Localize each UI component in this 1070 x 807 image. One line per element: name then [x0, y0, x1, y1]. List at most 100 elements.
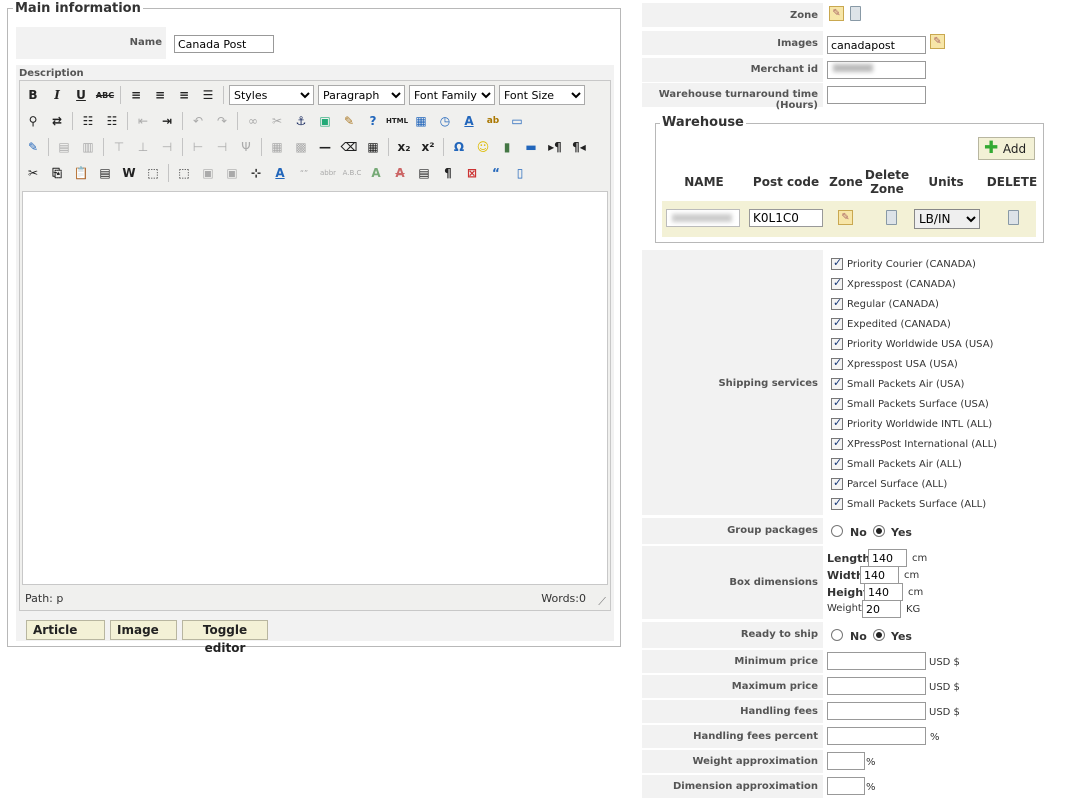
- ready-yes-radio[interactable]: [873, 629, 885, 641]
- table-icon[interactable]: ▦: [363, 137, 383, 157]
- indent-icon[interactable]: ⇥: [157, 111, 177, 131]
- turnaround-input[interactable]: [827, 86, 926, 104]
- shipping-service-checkbox[interactable]: [831, 316, 843, 330]
- undo-icon[interactable]: ↶: [188, 111, 208, 131]
- col-after-icon[interactable]: ⊣: [212, 137, 232, 157]
- superscript-icon[interactable]: x²: [418, 137, 438, 157]
- shipping-service-checkbox[interactable]: [831, 296, 843, 310]
- shipping-service-checkbox[interactable]: [831, 416, 843, 430]
- align-right-icon[interactable]: ≡: [174, 85, 194, 105]
- cell-props-icon[interactable]: ▥: [78, 137, 98, 157]
- bullet-list-icon[interactable]: ☷: [78, 111, 98, 131]
- dimension-approx-input[interactable]: [827, 777, 865, 795]
- cleanup-icon[interactable]: ✎: [339, 111, 359, 131]
- shipping-service-checkbox[interactable]: [831, 256, 843, 270]
- insert-text-icon[interactable]: A: [366, 163, 386, 183]
- group-yes-radio[interactable]: [873, 525, 885, 537]
- shipping-service-checkbox[interactable]: [831, 396, 843, 410]
- row-props-icon[interactable]: ▤: [54, 137, 74, 157]
- media-icon[interactable]: ▮: [497, 137, 517, 157]
- find-icon[interactable]: ⚲: [23, 111, 43, 131]
- cut-icon[interactable]: ✂: [23, 163, 43, 183]
- visual-chars-icon[interactable]: ¶: [438, 163, 458, 183]
- merge-cells-icon[interactable]: ▩: [291, 137, 311, 157]
- insert-date-icon[interactable]: ▦: [411, 111, 431, 131]
- delete-warehouse-icon[interactable]: [1008, 210, 1019, 225]
- weight-input[interactable]: [862, 600, 901, 618]
- height-input[interactable]: [864, 583, 903, 601]
- align-left-icon[interactable]: ≡: [126, 85, 146, 105]
- horizontal-rule-icon[interactable]: —: [315, 137, 335, 157]
- underline-icon[interactable]: U: [71, 85, 91, 105]
- template-icon[interactable]: ▯: [510, 163, 530, 183]
- remove-format-icon[interactable]: ⌫: [339, 137, 359, 157]
- background-color-icon[interactable]: ab: [483, 111, 503, 131]
- link-icon[interactable]: ∞: [243, 111, 263, 131]
- edit-zone-icon[interactable]: ✎: [829, 6, 844, 21]
- move-backward-icon[interactable]: ▣: [222, 163, 242, 183]
- article-button[interactable]: Article: [26, 620, 105, 640]
- paste-icon[interactable]: 📋: [71, 163, 91, 183]
- move-forward-icon[interactable]: ▣: [198, 163, 218, 183]
- paragraph-select[interactable]: Paragraph: [318, 85, 405, 105]
- style-props-icon[interactable]: A: [270, 163, 290, 183]
- absolute-icon[interactable]: ⊹: [246, 163, 266, 183]
- shipping-service-checkbox[interactable]: [831, 436, 843, 450]
- nonbreaking-icon[interactable]: ⊠: [462, 163, 482, 183]
- shipping-service-checkbox[interactable]: [831, 496, 843, 510]
- ltr-icon[interactable]: ▸¶: [545, 137, 565, 157]
- shipping-service-checkbox[interactable]: [831, 356, 843, 370]
- italic-icon[interactable]: I: [47, 85, 67, 105]
- numbered-list-icon[interactable]: ☷: [102, 111, 122, 131]
- shipping-service-checkbox[interactable]: [831, 456, 843, 470]
- replace-icon[interactable]: ⇄: [47, 111, 67, 131]
- anchor-icon[interactable]: ⚓: [291, 111, 311, 131]
- bold-icon[interactable]: B: [23, 85, 43, 105]
- paste-text-icon[interactable]: ▤: [95, 163, 115, 183]
- edit-images-icon[interactable]: ✎: [930, 34, 945, 49]
- images-input[interactable]: [827, 36, 926, 54]
- horizontal-line-icon[interactable]: ▬: [521, 137, 541, 157]
- blockquote-icon[interactable]: “: [486, 163, 506, 183]
- group-no-radio[interactable]: [831, 525, 843, 537]
- shipping-service-checkbox[interactable]: [831, 336, 843, 350]
- html-icon[interactable]: HTML: [386, 111, 408, 131]
- width-input[interactable]: [860, 566, 899, 584]
- split-cells-icon[interactable]: ▦: [267, 137, 287, 157]
- units-select[interactable]: LB/IN: [914, 209, 980, 229]
- styles-select[interactable]: Styles: [229, 85, 314, 105]
- subscript-icon[interactable]: x₂: [394, 137, 414, 157]
- redo-icon[interactable]: ↷: [212, 111, 232, 131]
- handling-fees-percent-input[interactable]: [827, 727, 926, 745]
- editor-content-area[interactable]: [22, 191, 608, 585]
- insert-time-icon[interactable]: ◷: [435, 111, 455, 131]
- shipping-service-checkbox[interactable]: [831, 276, 843, 290]
- special-char-icon[interactable]: Ω: [449, 137, 469, 157]
- outdent-icon[interactable]: ⇤: [133, 111, 153, 131]
- font-size-select[interactable]: Font Size: [499, 85, 585, 105]
- delete-warehouse-zone-icon[interactable]: [886, 210, 897, 225]
- image-button[interactable]: Image: [110, 620, 177, 640]
- insert-layer-icon[interactable]: ⬚: [174, 163, 194, 183]
- col-before-icon[interactable]: ⊢: [188, 137, 208, 157]
- add-warehouse-button[interactable]: ✚ Add: [978, 137, 1035, 160]
- insert-image-icon[interactable]: ▣: [315, 111, 335, 131]
- resize-grip-icon[interactable]: ⟋: [598, 595, 606, 609]
- text-color-icon[interactable]: A: [459, 111, 479, 131]
- copy-icon[interactable]: ⎘: [47, 163, 67, 183]
- align-justify-icon[interactable]: ☰: [198, 85, 218, 105]
- max-price-input[interactable]: [827, 677, 926, 695]
- delete-zone-icon[interactable]: [850, 6, 861, 21]
- handling-fees-input[interactable]: [827, 702, 926, 720]
- row-before-icon[interactable]: ⊤: [109, 137, 129, 157]
- post-code-input[interactable]: [749, 209, 823, 227]
- shipping-service-checkbox[interactable]: [831, 476, 843, 490]
- fullscreen-icon[interactable]: ▭: [507, 111, 527, 131]
- delete-text-icon[interactable]: A: [390, 163, 410, 183]
- help-icon[interactable]: ?: [363, 111, 383, 131]
- shipping-service-checkbox[interactable]: [831, 376, 843, 390]
- emoticon-icon[interactable]: ☺: [473, 137, 493, 157]
- unlink-icon[interactable]: ✂: [267, 111, 287, 131]
- name-input[interactable]: [174, 35, 274, 53]
- attributes-icon[interactable]: ▤: [414, 163, 434, 183]
